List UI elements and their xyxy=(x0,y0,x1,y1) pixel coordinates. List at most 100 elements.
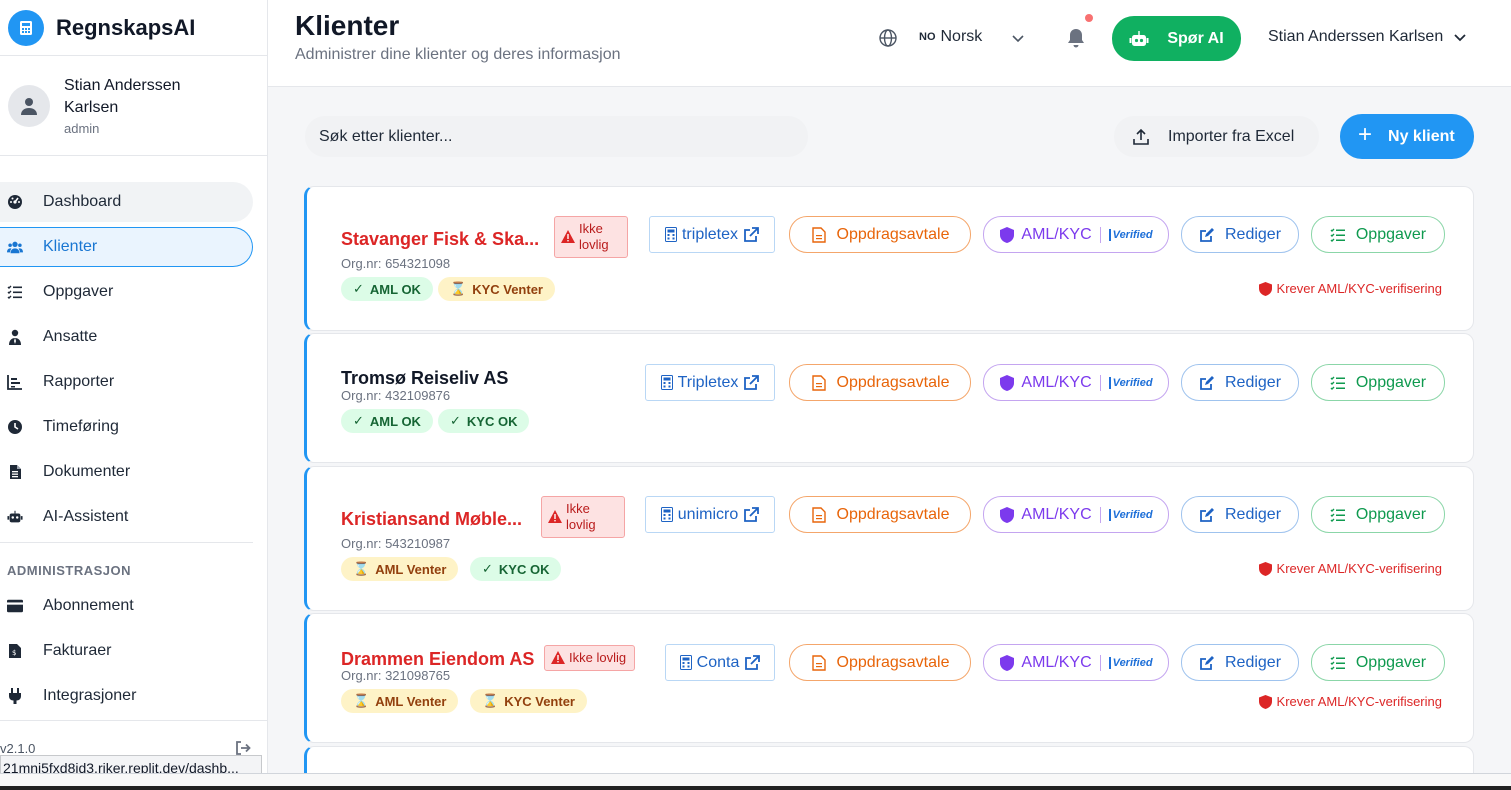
sidebar-item-timeforing[interactable]: Timeføring xyxy=(0,407,253,447)
check-icon: ✓ xyxy=(353,281,364,296)
tasks-button[interactable]: Oppgaver xyxy=(1311,364,1445,401)
agreement-button[interactable]: Oppdragsavtale xyxy=(789,216,971,253)
integration-link[interactable]: Tripletex xyxy=(645,364,775,401)
notification-dot xyxy=(1085,14,1093,22)
new-client-button[interactable]: + Ny klient xyxy=(1340,114,1474,159)
client-name[interactable]: Tromsø Reiseliv AS xyxy=(341,368,508,389)
client-card[interactable]: Kristiansand Møble... Ikke lovlig Org.nr… xyxy=(304,466,1474,611)
sidebar-item-klienter[interactable]: Klienter xyxy=(0,227,253,267)
client-name[interactable]: Stavanger Fisk & Ska... xyxy=(341,229,539,250)
sidebar-item-label: Dashboard xyxy=(43,193,122,210)
sidebar-item-rapporter[interactable]: Rapporter xyxy=(0,362,253,402)
sidebar-user: Stian Anderssen Karlsen admin xyxy=(0,56,267,156)
shield-icon xyxy=(1000,654,1015,671)
sidebar-item-label: Rapporter xyxy=(43,373,115,390)
client-card[interactable]: Tromsø Reiseliv AS Org.nr: 432109876 ✓ AM… xyxy=(304,333,1474,463)
sidebar-item-integrasjoner[interactable]: Integrasjoner xyxy=(0,676,253,716)
warning-icon xyxy=(561,230,575,243)
integration-label: unimicro xyxy=(677,505,739,523)
edit-label: Rediger xyxy=(1224,653,1282,671)
sidebar-item-oppgaver[interactable]: Oppgaver xyxy=(0,272,253,312)
external-link-icon xyxy=(744,506,760,522)
sidebar-item-dokumenter[interactable]: Dokumenter xyxy=(0,452,253,492)
kyc-status-badge: ⌛ KYC Venter xyxy=(470,689,587,713)
shield-icon xyxy=(1000,506,1015,523)
aml-kyc-button[interactable]: AML/KYC Verified xyxy=(983,644,1169,681)
client-card[interactable]: Stavanger Fisk & Ska... Ikke lovlig Org.… xyxy=(304,186,1474,331)
sidebar-section-title: ADMINISTRASJON xyxy=(7,563,132,578)
ask-ai-button[interactable]: Spør AI xyxy=(1112,16,1241,61)
aml-kyc-label: AML/KYC xyxy=(1021,653,1092,671)
edit-button[interactable]: Rediger xyxy=(1181,364,1299,401)
sidebar-item-label: Klienter xyxy=(43,238,98,255)
sidebar-item-fakturaer[interactable]: $ Fakturaer xyxy=(0,631,253,671)
verified-logo: Verified xyxy=(1108,508,1153,521)
client-name[interactable]: Drammen Eiendom AS xyxy=(341,649,534,670)
sidebar-item-ansatte[interactable]: Ansatte xyxy=(0,317,253,357)
agreement-button[interactable]: Oppdragsavtale xyxy=(789,496,971,533)
edit-button[interactable]: Rediger xyxy=(1181,496,1299,533)
aml-warning-label: Krever AML/KYC-verifisering xyxy=(1276,694,1442,709)
illegal-label: Ikke lovlig xyxy=(579,221,609,252)
edit-button[interactable]: Rediger xyxy=(1181,216,1299,253)
integration-link[interactable]: tripletex xyxy=(649,216,775,253)
page-title: Klienter xyxy=(295,10,400,41)
search-input[interactable] xyxy=(305,116,808,157)
plus-icon: + xyxy=(1358,121,1373,148)
check-icon: ✓ xyxy=(482,561,493,576)
aml-kyc-button[interactable]: AML/KYC Verified xyxy=(983,216,1169,253)
robot-icon xyxy=(1129,30,1149,46)
hourglass-icon: ⌛ xyxy=(353,561,370,576)
warning-icon xyxy=(551,651,565,664)
sidebar-item-abonnement[interactable]: Abonnement xyxy=(0,586,253,626)
sidebar-item-label: Integrasjoner xyxy=(43,687,137,704)
aml-warning-label: Krever AML/KYC-verifisering xyxy=(1276,281,1442,296)
tasks-button[interactable]: Oppgaver xyxy=(1311,216,1445,253)
separator xyxy=(1099,226,1101,243)
client-name[interactable]: Kristiansand Møble... xyxy=(341,509,522,530)
logout-icon[interactable] xyxy=(235,741,251,755)
sidebar-item-ai-assistent[interactable]: AI-Assistent xyxy=(0,497,253,537)
client-card[interactable]: Drammen Eiendom AS Ikke lovlig Org.nr: 3… xyxy=(304,613,1474,743)
tasks-button[interactable]: Oppgaver xyxy=(1311,496,1445,533)
sidebar-item-label: Fakturaer xyxy=(43,642,112,659)
aml-kyc-button[interactable]: AML/KYC Verified xyxy=(983,364,1169,401)
upload-icon xyxy=(1133,128,1149,145)
sidebar-item-dashboard[interactable]: Dashboard xyxy=(0,182,253,222)
sidebar-user-role: admin xyxy=(64,121,100,136)
edit-icon xyxy=(1200,507,1214,522)
divider xyxy=(0,786,1511,790)
edit-button[interactable]: Rediger xyxy=(1181,644,1299,681)
tasks-icon xyxy=(1330,376,1345,390)
agreement-button[interactable]: Oppdragsavtale xyxy=(789,364,971,401)
illegal-label: Ikke lovlig xyxy=(569,650,627,665)
external-link-icon xyxy=(745,654,761,670)
integration-link[interactable]: Conta xyxy=(665,644,775,681)
calculator-icon xyxy=(664,227,677,242)
tasks-button[interactable]: Oppgaver xyxy=(1311,644,1445,681)
language-select[interactable]: NO Norsk xyxy=(919,28,982,46)
kyc-status-badge: ⌛ KYC Venter xyxy=(438,277,555,301)
top-header: Klienter Administrer dine klienter og de… xyxy=(268,0,1511,87)
aml-kyc-label: AML/KYC xyxy=(1021,225,1092,243)
user-menu[interactable]: Stian Anderssen Karlsen xyxy=(1268,28,1467,46)
import-excel-button[interactable]: Importer fra Excel xyxy=(1114,116,1319,157)
warning-icon xyxy=(548,510,562,523)
illegal-badge: Ikke lovlig xyxy=(544,645,636,671)
sidebar-nav: Dashboard Klienter Oppgaver Ansatte Rapp… xyxy=(0,156,267,716)
aml-status-badge: ✓ AML OK xyxy=(341,409,433,433)
bell-icon[interactable] xyxy=(1066,27,1086,49)
aml-status-label: AML Venter xyxy=(375,693,447,709)
hourglass-icon: ⌛ xyxy=(482,693,499,708)
illegal-label: Ikke lovlig xyxy=(566,501,596,532)
chevron-down-icon[interactable] xyxy=(1011,31,1025,45)
agreement-button[interactable]: Oppdragsavtale xyxy=(789,644,971,681)
brand[interactable]: RegnskapsAI xyxy=(0,0,267,56)
aml-kyc-button[interactable]: AML/KYC Verified xyxy=(983,496,1169,533)
tasks-label: Oppgaver xyxy=(1355,653,1427,671)
bottom-bar xyxy=(0,773,1511,790)
avatar xyxy=(8,84,50,127)
edit-label: Rediger xyxy=(1224,225,1282,243)
edit-icon xyxy=(1200,375,1214,390)
integration-link[interactable]: unimicro xyxy=(645,496,775,533)
